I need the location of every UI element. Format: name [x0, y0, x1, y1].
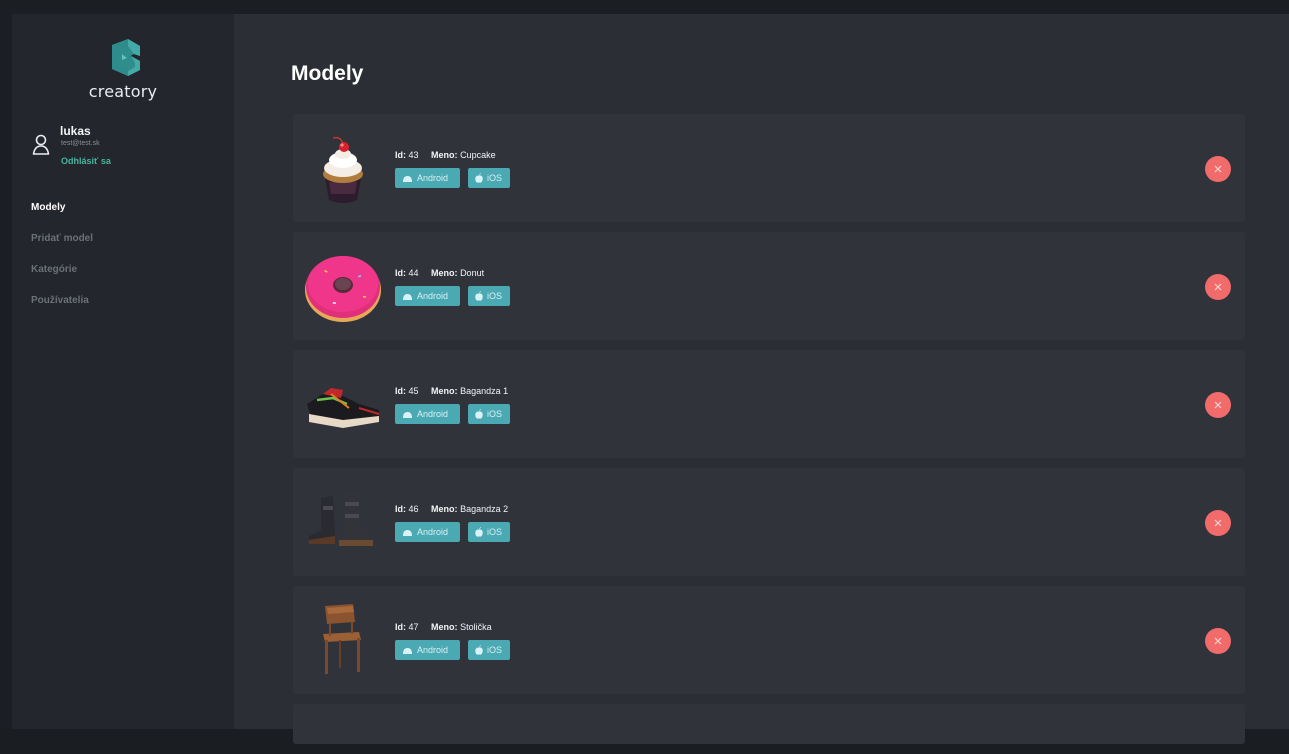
- page-title: Modely: [291, 62, 364, 85]
- creatory-logo-icon: [112, 39, 140, 76]
- model-meta: Id: 47 Meno: Stolička: [395, 622, 492, 632]
- model-id: 46: [408, 504, 419, 514]
- android-icon: [403, 175, 412, 182]
- ios-badge[interactable]: iOS: [468, 404, 510, 424]
- apple-icon: [475, 409, 483, 419]
- model-row: Id: 45 Meno: Bagandza 1 Android iOS: [293, 350, 1245, 458]
- user-panel: lukas test@test.sk Odhlásiť sa: [32, 124, 222, 168]
- logo: creatory: [88, 36, 158, 108]
- close-icon: [1214, 637, 1222, 645]
- model-id: 47: [408, 622, 419, 632]
- platform-badges: Android iOS: [395, 404, 510, 424]
- model-id: 45: [408, 386, 419, 396]
- user-icon: [32, 134, 50, 155]
- nav-item-modely[interactable]: Modely: [31, 201, 221, 232]
- model-row: Id: 44 Meno: Donut Android iOS: [293, 232, 1245, 340]
- platform-badges: Android iOS: [395, 168, 510, 188]
- close-icon: [1214, 401, 1222, 409]
- nav-item-pridat-model[interactable]: Pridať model: [31, 232, 221, 263]
- model-name: Bagandza 2: [460, 504, 509, 514]
- model-row: Id: 46 Meno: Bagandza 2 Android iOS: [293, 468, 1245, 576]
- model-row: Id: 43 Meno: Cupcake Android iOS: [293, 114, 1245, 222]
- android-badge[interactable]: Android: [395, 522, 460, 542]
- ios-badge[interactable]: iOS: [468, 286, 510, 306]
- apple-icon: [475, 527, 483, 537]
- android-icon: [403, 647, 412, 654]
- cupcake-thumbnail: [303, 128, 383, 208]
- close-icon: [1214, 283, 1222, 291]
- delete-button[interactable]: [1205, 510, 1231, 536]
- android-icon: [403, 411, 412, 418]
- nav-item-kategorie[interactable]: Kategórie: [31, 263, 221, 294]
- boots-thumbnail: [303, 482, 383, 562]
- model-list: Id: 43 Meno: Cupcake Android iOS Id: 44 …: [293, 114, 1245, 754]
- model-row: Id: 47 Meno: Stolička Android iOS: [293, 586, 1245, 694]
- window-top-border: [0, 0, 1289, 14]
- ios-badge[interactable]: iOS: [468, 640, 510, 660]
- android-icon: [403, 529, 412, 536]
- donut-thumbnail: [303, 246, 383, 326]
- delete-button[interactable]: [1205, 156, 1231, 182]
- close-icon: [1214, 519, 1222, 527]
- model-info: Id: 46 Meno: Bagandza 2 Android iOS: [395, 504, 510, 542]
- apple-icon: [475, 173, 483, 183]
- model-name: Donut: [460, 268, 485, 278]
- model-meta: Id: 45 Meno: Bagandza 1: [395, 386, 509, 396]
- android-badge[interactable]: Android: [395, 640, 460, 660]
- ios-badge[interactable]: iOS: [468, 168, 510, 188]
- logout-link[interactable]: Odhlásiť sa: [61, 156, 111, 166]
- delete-button[interactable]: [1205, 628, 1231, 654]
- model-info: Id: 43 Meno: Cupcake Android iOS: [395, 150, 510, 188]
- delete-button[interactable]: [1205, 274, 1231, 300]
- model-name: Cupcake: [460, 150, 496, 160]
- platform-badges: Android iOS: [395, 640, 510, 660]
- platform-badges: Android iOS: [395, 522, 510, 542]
- sidebar: creatory lukas test@test.sk Odhlásiť sa …: [12, 14, 234, 729]
- platform-badges: Android iOS: [395, 286, 510, 306]
- close-icon: [1214, 165, 1222, 173]
- chair-thumbnail: [303, 600, 383, 680]
- window-left-border: [0, 0, 12, 729]
- logo-text: creatory: [88, 82, 158, 101]
- ios-badge[interactable]: iOS: [468, 522, 510, 542]
- delete-button[interactable]: [1205, 392, 1231, 418]
- android-badge[interactable]: Android: [395, 404, 460, 424]
- model-info: Id: 44 Meno: Donut Android iOS: [395, 268, 510, 306]
- model-meta: Id: 44 Meno: Donut: [395, 268, 485, 278]
- user-email: test@test.sk: [61, 140, 100, 147]
- model-row: [293, 704, 1245, 744]
- model-id: 44: [408, 268, 419, 278]
- model-id: 43: [408, 150, 419, 160]
- apple-icon: [475, 291, 483, 301]
- sidebar-nav: Modely Pridať model Kategórie Používatel…: [31, 201, 221, 325]
- apple-icon: [475, 645, 483, 655]
- model-meta: Id: 46 Meno: Bagandza 2: [395, 504, 509, 514]
- model-name: Stolička: [460, 622, 492, 632]
- nav-item-pouzivatelia[interactable]: Používatelia: [31, 294, 221, 325]
- model-meta: Id: 43 Meno: Cupcake: [395, 150, 496, 160]
- model-name: Bagandza 1: [460, 386, 509, 396]
- main-content: Modely Id: 43 Meno: Cupcake Android iOS …: [234, 14, 1289, 744]
- android-badge[interactable]: Android: [395, 168, 460, 188]
- model-info: Id: 45 Meno: Bagandza 1 Android iOS: [395, 386, 510, 424]
- android-icon: [403, 293, 412, 300]
- sneaker-thumbnail: [303, 364, 383, 444]
- user-name: lukas: [60, 124, 91, 138]
- model-info: Id: 47 Meno: Stolička Android iOS: [395, 622, 510, 660]
- android-badge[interactable]: Android: [395, 286, 460, 306]
